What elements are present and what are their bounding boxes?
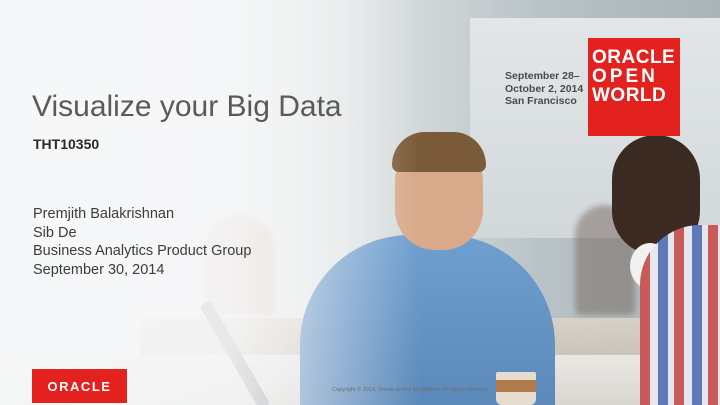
logo-line: ORACLE — [592, 47, 676, 68]
presenter-name: Sib De — [33, 224, 77, 241]
presentation-date: September 30, 2014 — [33, 261, 165, 278]
presenter-group: Business Analytics Product Group — [33, 243, 252, 259]
copyright-notice: Copyright © 2014, Oracle and/or its affi… — [332, 387, 489, 393]
title-slide: Visualize your Big Data THT10350 Premjit… — [0, 0, 720, 405]
event-dates: September 28– October 2, 2014 San Franci… — [505, 70, 583, 108]
oracle-openworld-logo: ORACLE OPEN WORLD — [588, 38, 680, 136]
logo-line: OPEN — [592, 66, 658, 87]
event-date-line: October 2, 2014 — [505, 82, 584, 95]
photo-plaid-shirt — [640, 225, 720, 405]
presenter-name: Premjith Balakrishnan — [33, 206, 175, 222]
presenter-block: Premjith Balakrishnan Sib De Business An… — [33, 205, 251, 279]
text-veil — [0, 0, 420, 405]
event-date-line: September 28– — [505, 70, 580, 82]
oracle-logo-text: ORACLE — [47, 378, 112, 394]
slide-title: Visualize your Big Data — [32, 90, 342, 123]
photo-coffee-cup-sleeve — [496, 380, 536, 392]
session-code: THT10350 — [33, 136, 100, 152]
logo-line: WORLD — [592, 85, 667, 106]
oracle-logo: ORACLE — [32, 369, 127, 403]
event-location: San Francisco — [505, 95, 577, 107]
